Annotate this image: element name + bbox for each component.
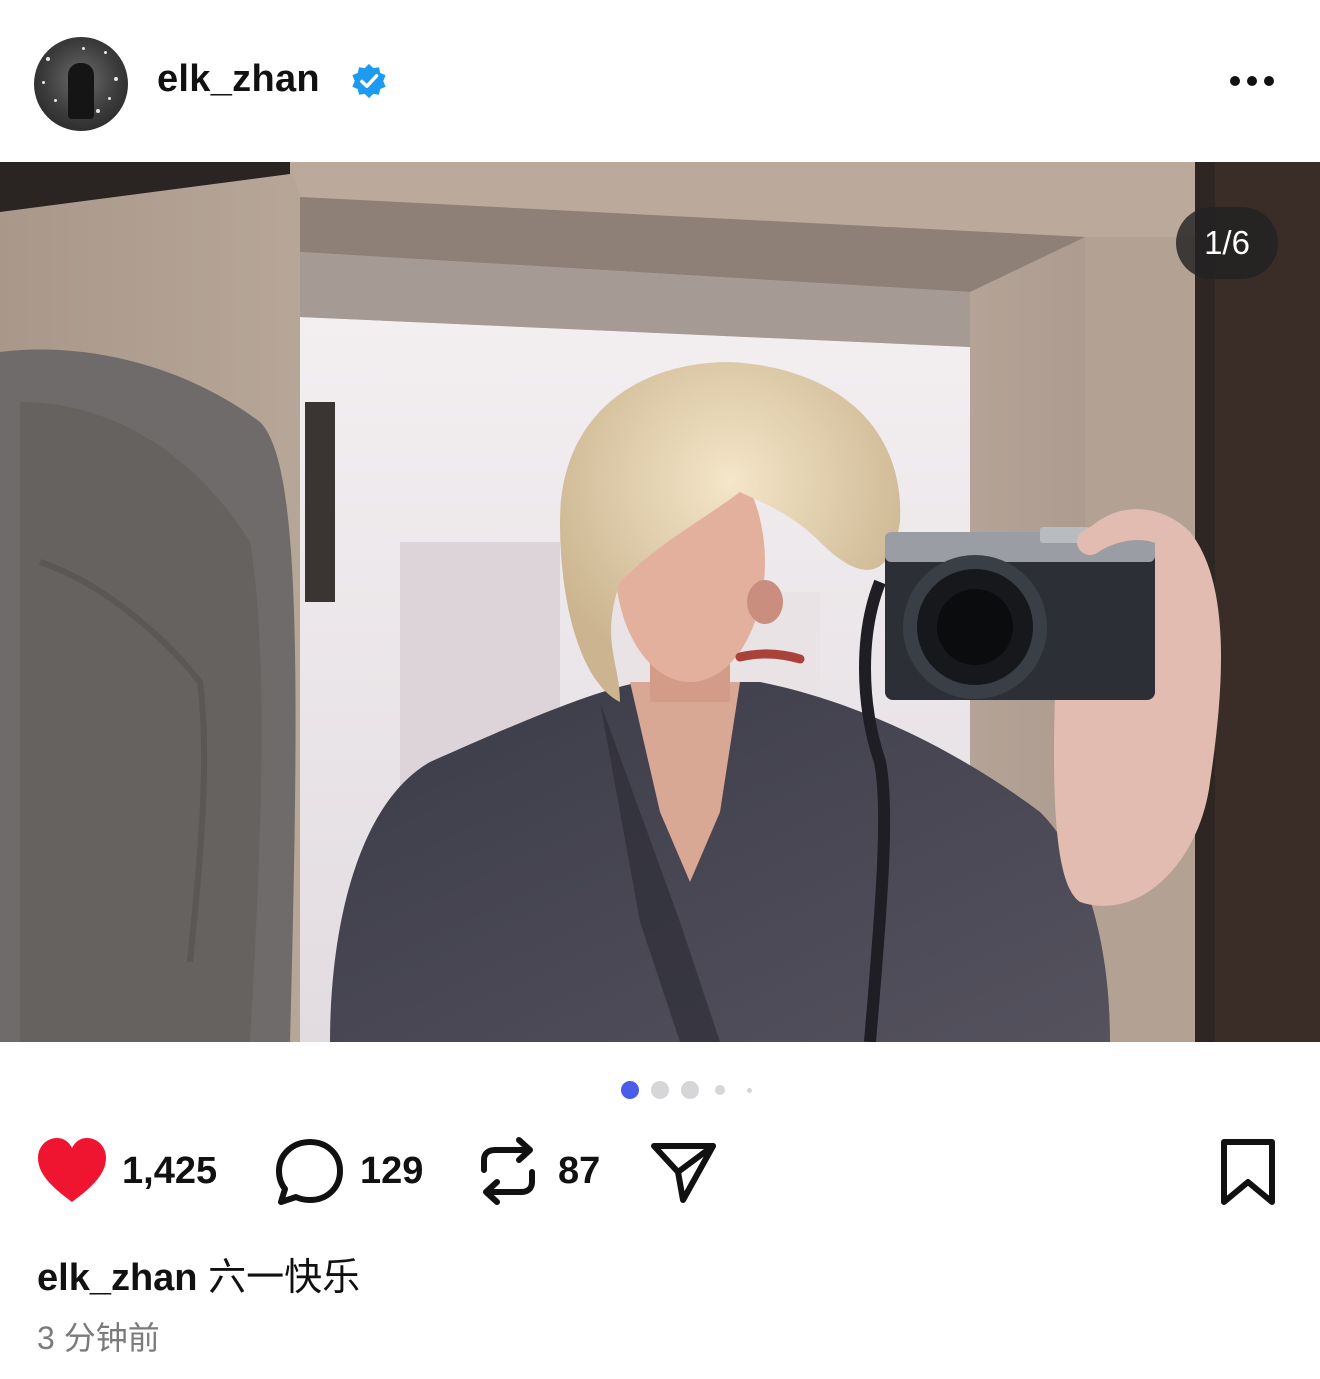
comment-icon bbox=[276, 1139, 343, 1205]
repost-count[interactable]: 87 bbox=[558, 1150, 600, 1193]
carousel-dot[interactable] bbox=[681, 1081, 699, 1099]
carousel-dot[interactable] bbox=[651, 1081, 669, 1099]
bookmark-icon bbox=[1221, 1139, 1275, 1205]
image-counter: 1/6 bbox=[1176, 207, 1278, 279]
avatar[interactable] bbox=[34, 37, 128, 131]
post-image[interactable] bbox=[0, 162, 1320, 1042]
post-caption: elk_zhan 六一快乐 bbox=[37, 1246, 360, 1301]
carousel-indicator bbox=[0, 1080, 1320, 1100]
carousel-dot[interactable] bbox=[715, 1085, 725, 1095]
avatar-figure bbox=[68, 63, 94, 119]
post-timestamp: 3 分钟前 bbox=[37, 1320, 160, 1356]
username[interactable]: elk_zhan bbox=[157, 58, 320, 101]
like-button[interactable] bbox=[36, 1130, 108, 1210]
caption-username[interactable]: elk_zhan bbox=[37, 1257, 198, 1299]
verified-badge-icon bbox=[352, 63, 386, 99]
comment-count[interactable]: 129 bbox=[360, 1150, 423, 1193]
post-header: elk_zhan bbox=[0, 0, 1320, 162]
more-options-button[interactable] bbox=[1222, 62, 1282, 100]
carousel-dot[interactable] bbox=[747, 1088, 752, 1093]
comment-button[interactable] bbox=[275, 1130, 345, 1210]
like-count[interactable]: 1,425 bbox=[122, 1150, 217, 1193]
send-icon bbox=[651, 1143, 716, 1203]
photo-image bbox=[0, 162, 1320, 1042]
repost-button[interactable] bbox=[478, 1130, 538, 1210]
repost-icon bbox=[481, 1137, 535, 1205]
action-bar: 1,425 129 87 bbox=[0, 1130, 1320, 1210]
heart-icon bbox=[38, 1138, 106, 1202]
caption-text: 六一快乐 bbox=[208, 1257, 361, 1299]
save-button[interactable] bbox=[1218, 1130, 1278, 1210]
share-button[interactable] bbox=[649, 1130, 719, 1210]
carousel-dot-active[interactable] bbox=[621, 1081, 639, 1099]
